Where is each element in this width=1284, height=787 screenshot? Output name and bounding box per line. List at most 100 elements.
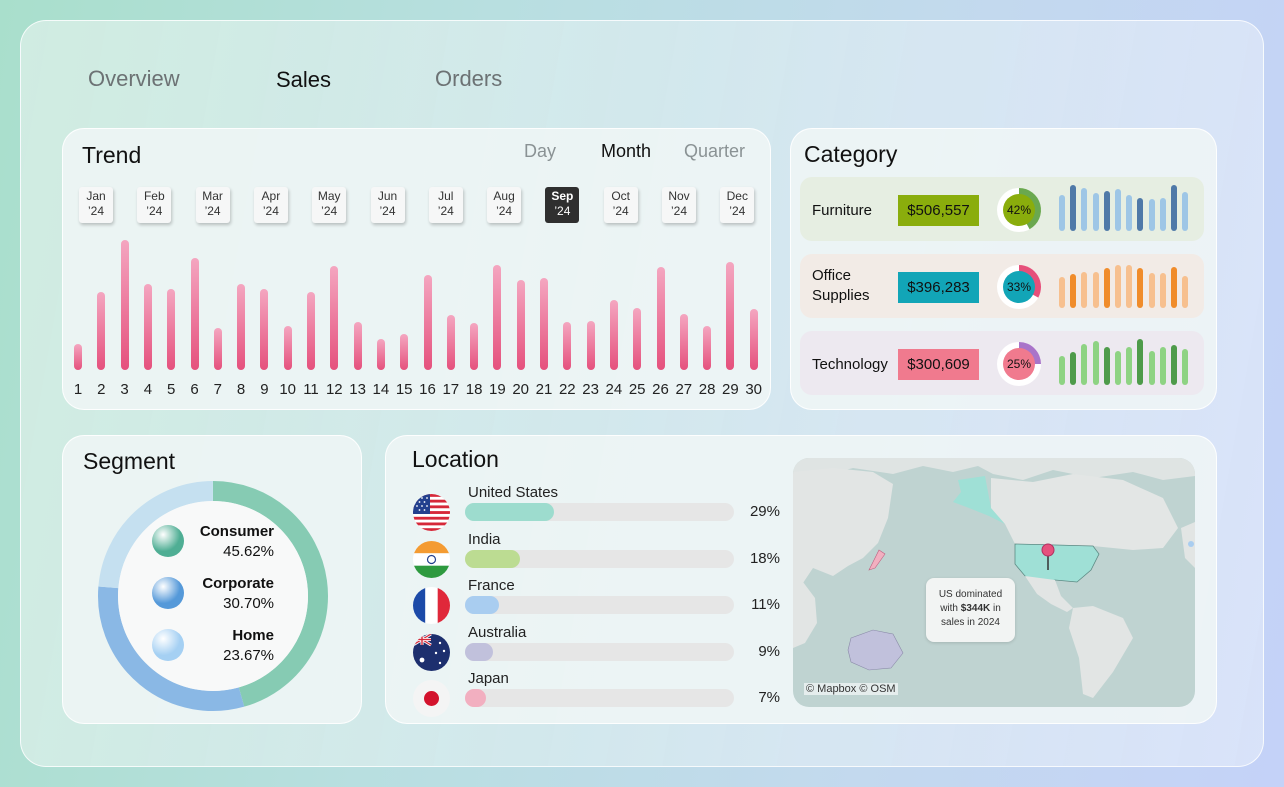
trend-bar <box>423 275 432 370</box>
category-mini-bar <box>1081 344 1088 385</box>
month-chip-sep[interactable]: Sep ’24 <box>545 187 580 223</box>
canada-land <box>991 474 1178 550</box>
day-tick-label: 18 <box>465 381 483 398</box>
month-chip-nov[interactable]: Nov ’24 <box>662 187 696 223</box>
granularity-quarter[interactable]: Quarter <box>684 141 745 162</box>
segment-dot-consumer <box>152 525 184 557</box>
month-name: Dec <box>726 189 748 203</box>
country-name: Japan <box>468 670 509 687</box>
country-name: France <box>468 577 515 594</box>
map-credit[interactable]: © Mapbox © OSM <box>804 683 898 695</box>
granularity-day[interactable]: Day <box>524 141 556 162</box>
location-title: Location <box>412 446 499 472</box>
world-map[interactable]: US dominated with $344K in sales in 2024… <box>793 458 1195 707</box>
category-value: $300,609 <box>898 349 979 380</box>
trend-bar <box>260 289 269 370</box>
trend-bar <box>493 264 502 370</box>
day-tick-label: 25 <box>628 381 646 398</box>
category-mini-bar <box>1092 271 1099 308</box>
trend-bar <box>726 262 735 370</box>
month-chip-aug[interactable]: Aug ’24 <box>487 187 522 223</box>
country-share-pct: 7% <box>758 689 780 706</box>
category-mini-bar <box>1137 339 1144 385</box>
month-name: Jul <box>438 189 454 203</box>
segment-name: Consumer <box>199 523 274 540</box>
donut-pct-label: 33% <box>1007 280 1031 294</box>
day-tick-label: 30 <box>745 381 763 398</box>
segment-name: Home <box>232 627 274 644</box>
category-value: $396,283 <box>898 272 979 303</box>
donut-pct-label: 42% <box>1007 203 1031 217</box>
france-flag-icon <box>413 587 450 624</box>
donut-pct-label: 25% <box>1007 357 1031 371</box>
country-share-track <box>465 689 734 707</box>
granularity-month[interactable]: Month <box>601 141 651 162</box>
segment-label-corporate: Corporate 30.70% <box>194 574 274 614</box>
day-tick-label: 6 <box>190 381 199 398</box>
trend-bar <box>400 333 409 370</box>
month-year: ’24 <box>612 204 629 218</box>
day-tick-label: 5 <box>167 381 176 398</box>
segment-title: Segment <box>83 448 176 474</box>
month-chip-oct[interactable]: Oct ’24 <box>603 187 638 223</box>
country-share-track <box>465 642 734 661</box>
country-share-fill <box>465 503 554 521</box>
tab-orders[interactable]: Orders <box>435 66 502 92</box>
category-mini-bar <box>1070 185 1077 231</box>
tab-overview[interactable]: Overview <box>88 66 180 92</box>
day-tick-label: 13 <box>349 381 366 398</box>
trend-bar <box>213 328 222 370</box>
trend-bar <box>656 267 665 370</box>
segment-pct: 45.62% <box>223 543 274 560</box>
segment-dot-corporate <box>152 577 184 609</box>
india-flag-icon <box>413 540 450 578</box>
month-year: ’24 <box>729 204 746 218</box>
category-mini-bar <box>1182 275 1189 308</box>
category-mini-bar <box>1137 267 1144 308</box>
month-name: Oct <box>611 189 631 203</box>
trend-bar <box>633 307 642 370</box>
category-name: Office Supplies <box>812 267 870 304</box>
category-value: $506,557 <box>898 195 979 226</box>
africa-land <box>793 582 817 648</box>
month-chip-apr[interactable]: Apr ’24 <box>253 187 288 223</box>
country-share-fill <box>465 642 493 661</box>
central-america-land <box>1025 576 1073 612</box>
month-chip-jan[interactable]: Jan ’24 <box>79 187 113 223</box>
category-mini-bar <box>1171 345 1177 385</box>
trend-bar <box>283 325 292 370</box>
category-mini-bar <box>1182 349 1189 385</box>
country-share-track <box>465 503 734 521</box>
category-mini-bar <box>1115 350 1121 385</box>
japan-region <box>868 549 886 571</box>
tab-sales[interactable]: Sales <box>276 67 331 93</box>
country-name: India <box>468 530 501 548</box>
day-tick-label: 24 <box>605 381 623 398</box>
trend-bar <box>237 284 246 370</box>
month-name: Aug <box>493 189 515 203</box>
category-mini-bar <box>1148 272 1155 308</box>
category-share-donut: 33% <box>997 265 1041 309</box>
trend-bar <box>563 321 572 370</box>
month-chip-jul[interactable]: Jul ’24 <box>428 187 463 223</box>
category-mini-bar <box>1115 265 1121 308</box>
category-mini-bar <box>1092 193 1099 231</box>
month-chip-may[interactable]: May ’24 <box>312 187 347 223</box>
month-chip-dec[interactable]: Dec ’24 <box>720 187 755 223</box>
tooltip-line-1: US dominated <box>938 589 1003 600</box>
trend-bar <box>470 323 479 370</box>
day-tick-label: 22 <box>558 381 576 398</box>
month-year: ’24 <box>554 204 571 218</box>
day-tick-label: 26 <box>652 381 669 398</box>
trend-bar <box>74 344 82 370</box>
month-chip-mar[interactable]: Mar ’24 <box>195 187 230 223</box>
month-year: ’24 <box>670 204 687 218</box>
day-tick-label: 15 <box>395 381 413 398</box>
day-tick-label: 27 <box>675 381 693 398</box>
month-chip-jun[interactable]: Jun ’24 <box>370 187 405 223</box>
month-year: ’24 <box>204 204 221 218</box>
category-mini-bar <box>1148 199 1155 231</box>
category-mini-bar <box>1159 272 1166 308</box>
category-mini-bar <box>1171 185 1177 231</box>
month-chip-feb[interactable]: Feb ’24 <box>137 187 172 223</box>
